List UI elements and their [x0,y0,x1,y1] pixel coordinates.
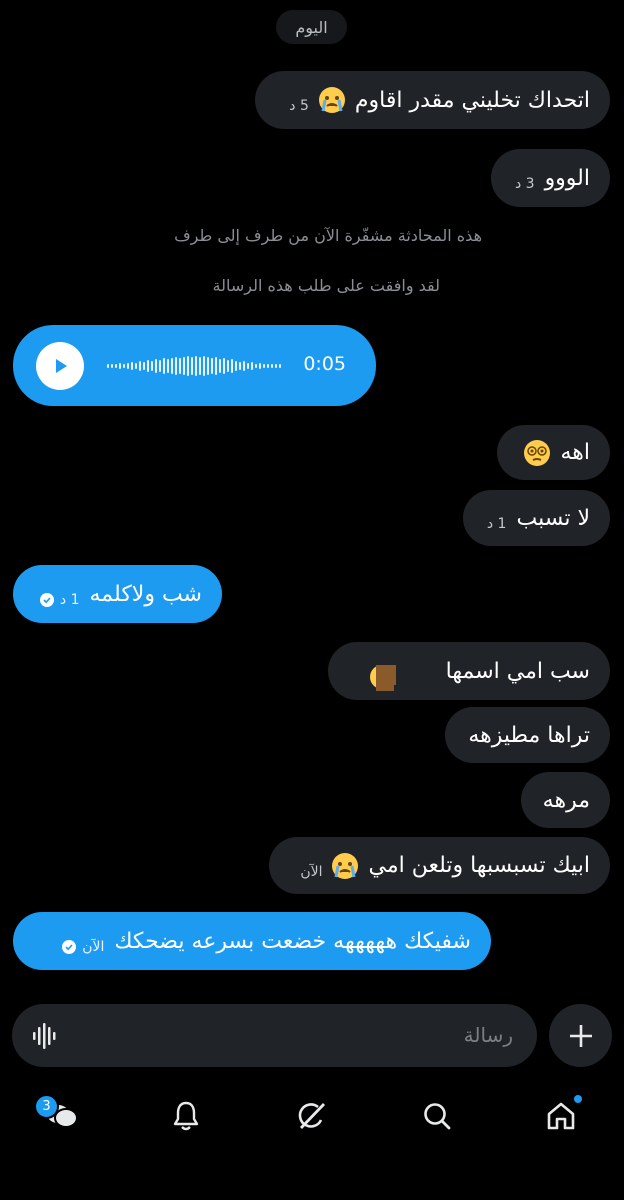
day-separator: اليوم [276,10,347,44]
message-text: لا تسبب [516,505,590,531]
bell-icon [173,1101,199,1131]
voice-waveform [107,353,303,379]
read-check-icon [39,593,54,607]
message-input[interactable]: رسالة [12,1004,537,1067]
message-bubble[interactable]: ابيك تسبسبها وتلعن امي الآن [269,837,610,894]
message-bubble[interactable]: الووو 3 د [491,149,610,207]
home-unread-dot [574,1095,582,1103]
message-time: الآن [300,863,323,880]
loudly-crying-face-icon [332,852,359,879]
encryption-notice: هذه المحادثة مشفّرة الآن من طرف إلى طرف [174,226,482,245]
dizzy-face-icon [524,439,551,466]
crying-face-sticker-icon [368,655,426,699]
home-icon [547,1102,575,1130]
message-time: 1 د [486,516,507,532]
message-text: شب ولاكلمه [89,581,202,607]
message-bubble-sent[interactable]: شب ولاكلمه 1 د [13,565,222,623]
loudly-crying-face-icon [318,87,345,113]
messages-badge: 3 [34,1094,59,1119]
message-text: تراها مطيزهه [468,722,590,748]
message-text: مرهه [542,787,590,813]
nav-notifications[interactable] [166,1096,206,1136]
message-text: سب امي اسمها [445,658,590,684]
message-placeholder: رسالة [463,1023,513,1047]
message-text: ابيك تسبسبها وتلعن امي [368,853,590,878]
play-icon [56,359,67,373]
nav-grok[interactable] [292,1096,332,1136]
voice-wave-icon[interactable] [32,1022,58,1054]
message-bubble[interactable]: اتحداك تخليني مقدر اقاوم 5 د [255,71,610,129]
message-time-text: 1 د [59,592,80,608]
message-bubble[interactable]: لا تسبب 1 د [463,490,610,546]
message-time: 1 د [39,592,80,608]
message-text: شفيكك هههههه خضعت بسرعه يضحكك [114,928,471,954]
nav-search[interactable] [417,1096,457,1136]
add-attachment-button[interactable] [549,1004,612,1067]
message-text: اهه [560,440,590,465]
read-check-icon [62,940,77,954]
search-icon [424,1103,451,1130]
message-time: الآن [62,939,104,955]
message-bubble[interactable]: مرهه [521,772,610,828]
message-bubble-sent[interactable]: شفيكك هههههه خضعت بسرعه يضحكك الآن [13,912,491,970]
message-bubble[interactable]: تراها مطيزهه [445,707,610,763]
message-bubble[interactable]: سب امي اسمها [328,642,610,700]
plus-icon [569,1024,592,1047]
grok-icon [298,1103,326,1129]
request-accepted-notice: لقد وافقت على طلب هذه الرسالة [212,276,440,295]
message-bubble[interactable]: اهه [497,425,610,480]
play-button[interactable] [36,342,84,390]
message-time-text: الآن [82,939,105,955]
voice-message-bubble[interactable]: 0:05 [13,325,376,406]
message-text: الووو [544,165,590,191]
message-time: 3 د [514,176,535,192]
voice-duration: 0:05 [303,353,346,375]
message-time: 5 د [289,98,309,114]
message-text: اتحداك تخليني مقدر اقاوم [354,87,590,113]
